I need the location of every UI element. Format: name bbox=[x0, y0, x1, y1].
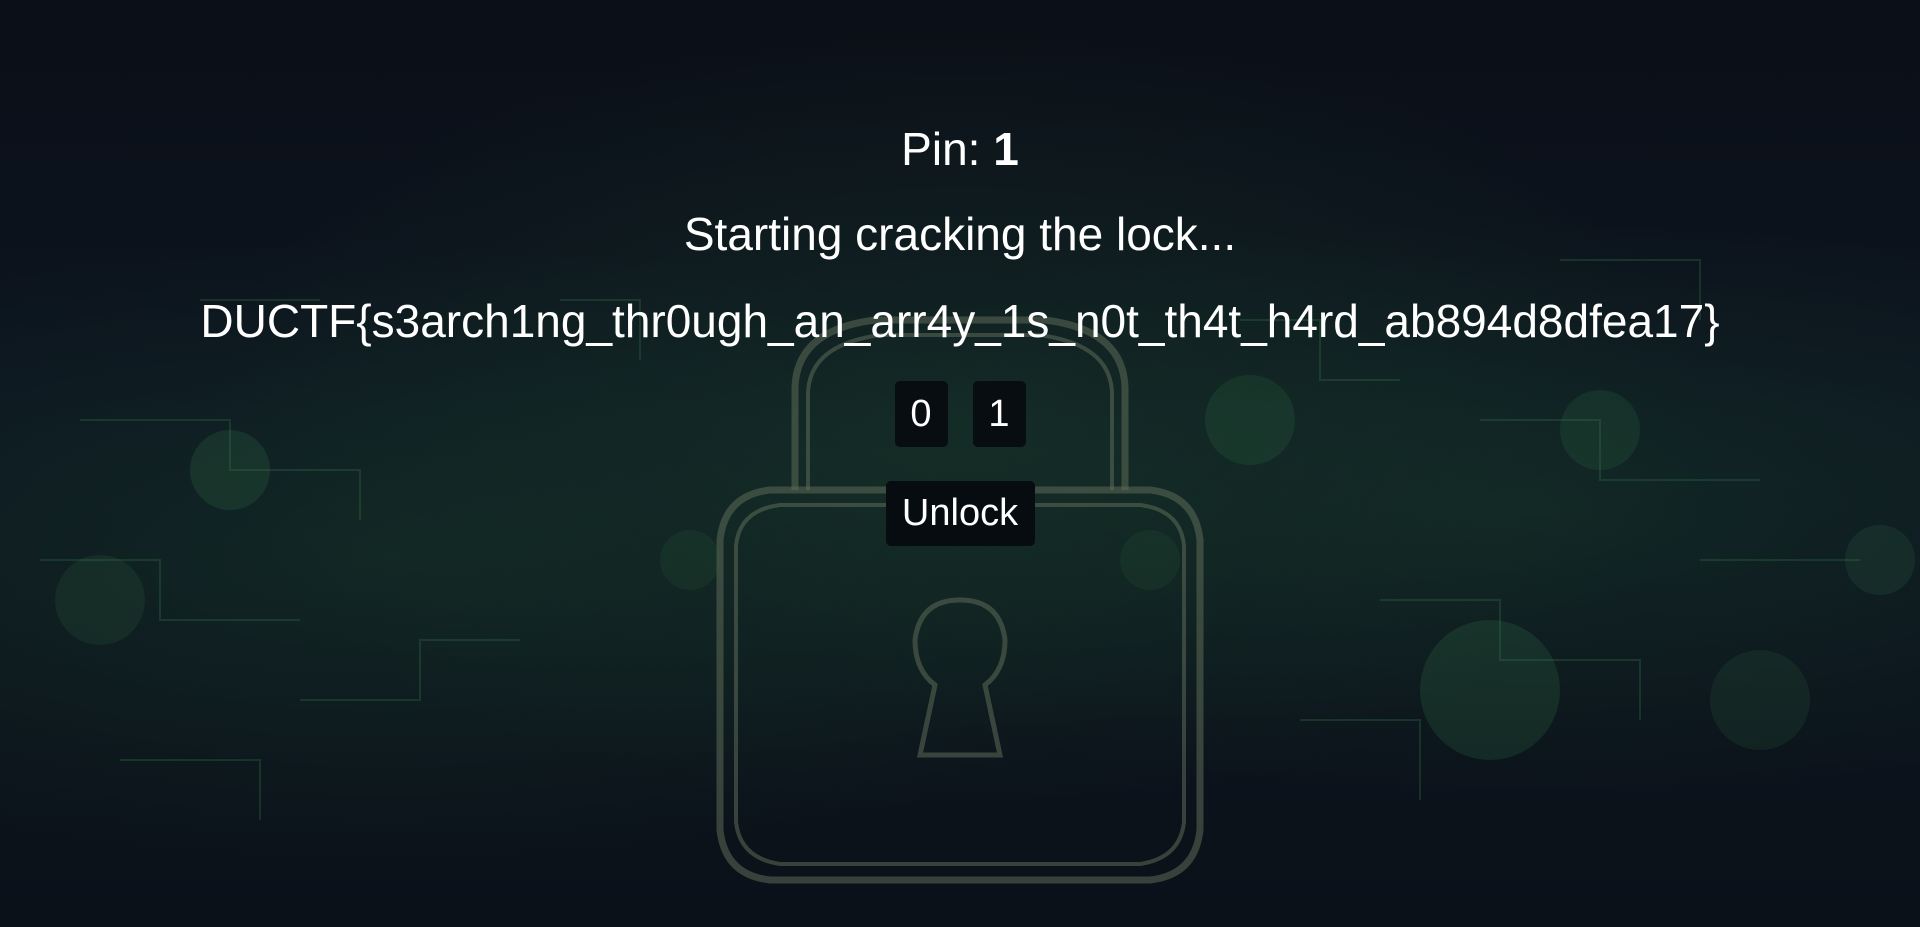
flag-text: DUCTF{s3arch1ng_thr0ugh_an_arr4y_1s_n0t_… bbox=[200, 295, 1720, 347]
lock-digit-row: 0 1 bbox=[0, 381, 1920, 447]
pin-display: Pin: 1 bbox=[0, 121, 1920, 177]
unlock-button[interactable]: Unlock bbox=[885, 481, 1035, 546]
unlock-row: Unlock bbox=[0, 481, 1920, 546]
pin-value: 1 bbox=[993, 123, 1019, 175]
app-stage: Pin: 1 Starting cracking the lock... DUC… bbox=[0, 0, 1920, 927]
lock-digit-1[interactable]: 0 bbox=[894, 381, 948, 447]
status-message: Starting cracking the lock... bbox=[683, 208, 1237, 260]
pin-label: Pin: bbox=[901, 123, 981, 175]
lock-digit-2[interactable]: 1 bbox=[972, 381, 1026, 447]
